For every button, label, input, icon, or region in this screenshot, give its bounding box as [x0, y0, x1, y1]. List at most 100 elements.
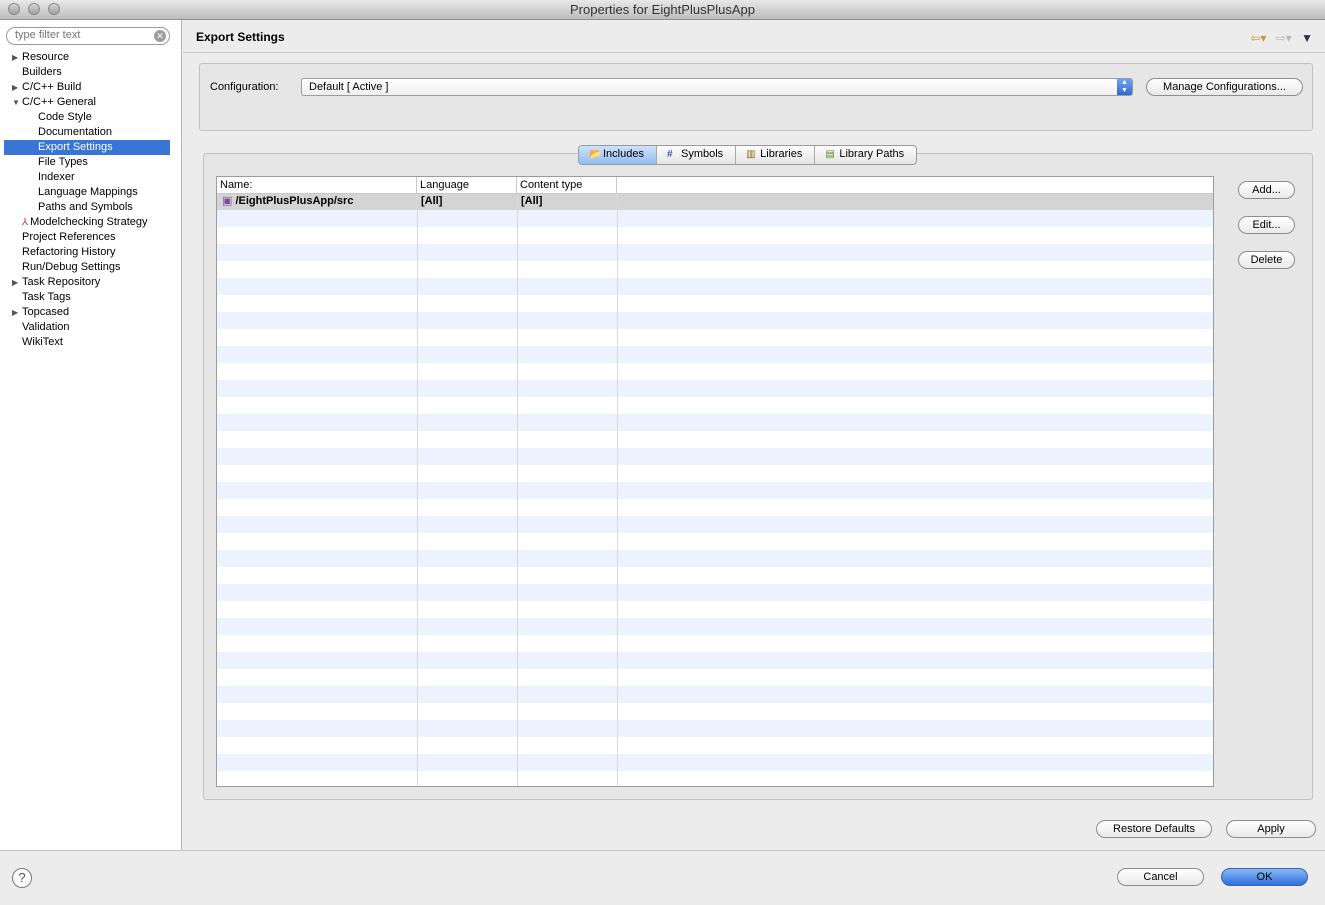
configuration-group: Configuration: Default [ Active ] ▲ ▼ Man…	[199, 63, 1313, 131]
tree-item-wikitext[interactable]: WikiText	[22, 335, 63, 350]
tree-item-refactoring-history[interactable]: Refactoring History	[22, 245, 116, 260]
tree-item-modelchecking-strategy[interactable]: ⅄ Modelchecking Strategy	[22, 215, 148, 230]
table-body: ▣ /EightPlusPlusApp/src [All] [All]	[217, 193, 1213, 786]
tree-item-cpp-build[interactable]: ▶ C/C++ Build	[12, 80, 81, 95]
tree-item-language-mappings[interactable]: Language Mappings	[38, 185, 138, 200]
tree-item-task-tags[interactable]: Task Tags	[22, 290, 71, 305]
tree-item-label: File Types	[38, 156, 88, 168]
select-arrows-icon: ▲ ▼	[1117, 79, 1132, 95]
forward-arrow-icon[interactable]: ⇨▾	[1276, 31, 1292, 45]
tree-item-label: Task Repository	[22, 276, 101, 288]
tree-item-label: WikiText	[22, 336, 63, 348]
expand-arrow-icon[interactable]: ▶	[12, 305, 22, 320]
expand-arrow-icon[interactable]: ▶	[12, 50, 22, 65]
tree-item-label: C/C++ Build	[22, 81, 82, 93]
tree-item-code-style[interactable]: Code Style	[38, 110, 92, 125]
expand-arrow-icon[interactable]: ▶	[12, 80, 22, 95]
tree-item-export-settings[interactable]: Export Settings	[4, 140, 170, 155]
expand-arrow-icon[interactable]: ▶	[12, 275, 22, 290]
configuration-select[interactable]: Default [ Active ] ▲ ▼	[301, 78, 1133, 96]
hash-icon: #	[666, 149, 673, 160]
minimize-window-button[interactable]	[28, 3, 40, 15]
export-entries-table[interactable]: ▣ /EightPlusPlusApp/src [All] [All] Name…	[216, 176, 1214, 787]
tab-symbols[interactable]: # Symbols	[657, 146, 737, 164]
window-titlebar: Properties for EightPlusPlusApp	[0, 0, 1325, 20]
apply-button[interactable]: Apply	[1226, 820, 1316, 838]
table-header: Name: Language Content type	[217, 177, 1213, 194]
header-divider	[183, 52, 1325, 53]
tree-item-run-debug-settings[interactable]: Run/Debug Settings	[22, 260, 120, 275]
clear-filter-icon[interactable]: ✕	[154, 30, 166, 42]
manage-configurations-button[interactable]: Manage Configurations...	[1146, 78, 1303, 96]
filter-field[interactable]: ✕	[6, 27, 170, 45]
edit-button[interactable]: Edit...	[1238, 216, 1295, 234]
tree-item-label: Topcased	[22, 306, 70, 318]
page-title: Export Settings	[196, 30, 285, 44]
back-arrow-icon[interactable]: ⇦▾	[1250, 31, 1266, 45]
tree-item-label: Code Style	[38, 111, 92, 123]
main-panel: Export Settings ⇦▾ ⇨▾ ▼ Configuration: D…	[183, 20, 1325, 850]
ok-button[interactable]: OK	[1221, 868, 1308, 886]
properties-sidebar: ✕ ▶Resource Builders ▶C/C++ Build ▼C/C++…	[0, 20, 182, 850]
libraries-icon: ▥	[746, 149, 756, 160]
tree-item-task-repository[interactable]: ▶ Task Repository	[12, 275, 100, 290]
cancel-button[interactable]: Cancel	[1117, 868, 1204, 886]
tree-item-label: Resource	[22, 51, 70, 63]
tree-item-topcased[interactable]: ▶ Topcased	[12, 305, 69, 320]
language-cell: [All]	[421, 195, 443, 207]
tab-library-paths[interactable]: ▤ Library Paths	[815, 146, 916, 164]
column-header-language[interactable]: Language	[417, 177, 517, 193]
tree-item-label: Language Mappings	[38, 186, 138, 198]
column-header-name[interactable]: Name:	[217, 177, 417, 193]
library-paths-icon: ▤	[825, 149, 835, 160]
filter-input[interactable]	[15, 29, 150, 41]
tree-item-paths-and-symbols[interactable]: Paths and Symbols	[38, 200, 133, 215]
tree-item-label: Builders	[22, 66, 62, 78]
modelchecking-icon: ⅄	[22, 217, 29, 228]
tree-item-label: Documentation	[38, 126, 112, 138]
column-divider	[617, 177, 618, 786]
configuration-label: Configuration:	[210, 81, 279, 93]
tree-item-label: Validation	[22, 321, 70, 333]
tree-item-project-references[interactable]: Project References	[22, 230, 116, 245]
tree-item-label: Refactoring History	[22, 246, 116, 258]
tree-item-label: Paths and Symbols	[38, 201, 133, 213]
column-divider	[517, 177, 518, 786]
tree-item-label: Indexer	[38, 171, 75, 183]
tree-item-builders[interactable]: Builders	[12, 65, 62, 80]
tree-item-label: Run/Debug Settings	[22, 261, 121, 273]
close-window-button[interactable]	[8, 3, 20, 15]
tree-item-label: Task Tags	[22, 291, 71, 303]
tree-item-documentation[interactable]: Documentation	[38, 125, 112, 140]
dialog-footer: ? Cancel OK	[0, 850, 1325, 905]
column-header-content-type[interactable]: Content type	[517, 177, 617, 193]
nav-buttons: ⇦▾ ⇨▾ ▼	[1244, 31, 1313, 45]
add-button[interactable]: Add...	[1238, 181, 1295, 199]
folder-icon: ▣	[222, 195, 233, 207]
tree-item-file-types[interactable]: File Types	[38, 155, 88, 170]
tab-includes[interactable]: 📂 Includes	[579, 146, 657, 164]
table-row[interactable]: ▣ /EightPlusPlusApp/src [All] [All]	[217, 193, 1213, 210]
tree-item-indexer[interactable]: Indexer	[38, 170, 75, 185]
collapse-arrow-icon[interactable]: ▼	[12, 95, 22, 110]
view-menu-icon[interactable]: ▼	[1301, 31, 1313, 45]
settings-tabs: 📂 Includes # Symbols ▥ Libraries ▤ Library P…	[578, 145, 918, 165]
help-icon[interactable]: ?	[12, 868, 32, 888]
tab-libraries[interactable]: ▥ Libraries	[736, 146, 816, 164]
delete-button[interactable]: Delete	[1238, 251, 1295, 269]
configuration-value: Default [ Active ]	[309, 81, 389, 93]
content-type-cell: [All]	[521, 195, 543, 207]
tree-item-label: Project References	[22, 231, 116, 243]
tree-item-label: Export Settings	[38, 141, 113, 153]
name-cell: ▣ /EightPlusPlusApp/src	[222, 195, 354, 207]
tree-item-validation[interactable]: Validation	[22, 320, 70, 335]
includes-icon: 📂	[589, 149, 602, 160]
tree-item-label: C/C++ General	[22, 96, 96, 108]
column-divider	[417, 177, 418, 786]
window-title: Properties for EightPlusPlusApp	[570, 2, 755, 17]
tree-item-cpp-general[interactable]: ▼ C/C++ General	[12, 95, 96, 110]
zoom-window-button[interactable]	[48, 3, 60, 15]
restore-defaults-button[interactable]: Restore Defaults	[1096, 820, 1212, 838]
tree-item-resource[interactable]: ▶ Resource	[12, 50, 69, 65]
tree-item-label: Modelchecking Strategy	[30, 216, 148, 228]
